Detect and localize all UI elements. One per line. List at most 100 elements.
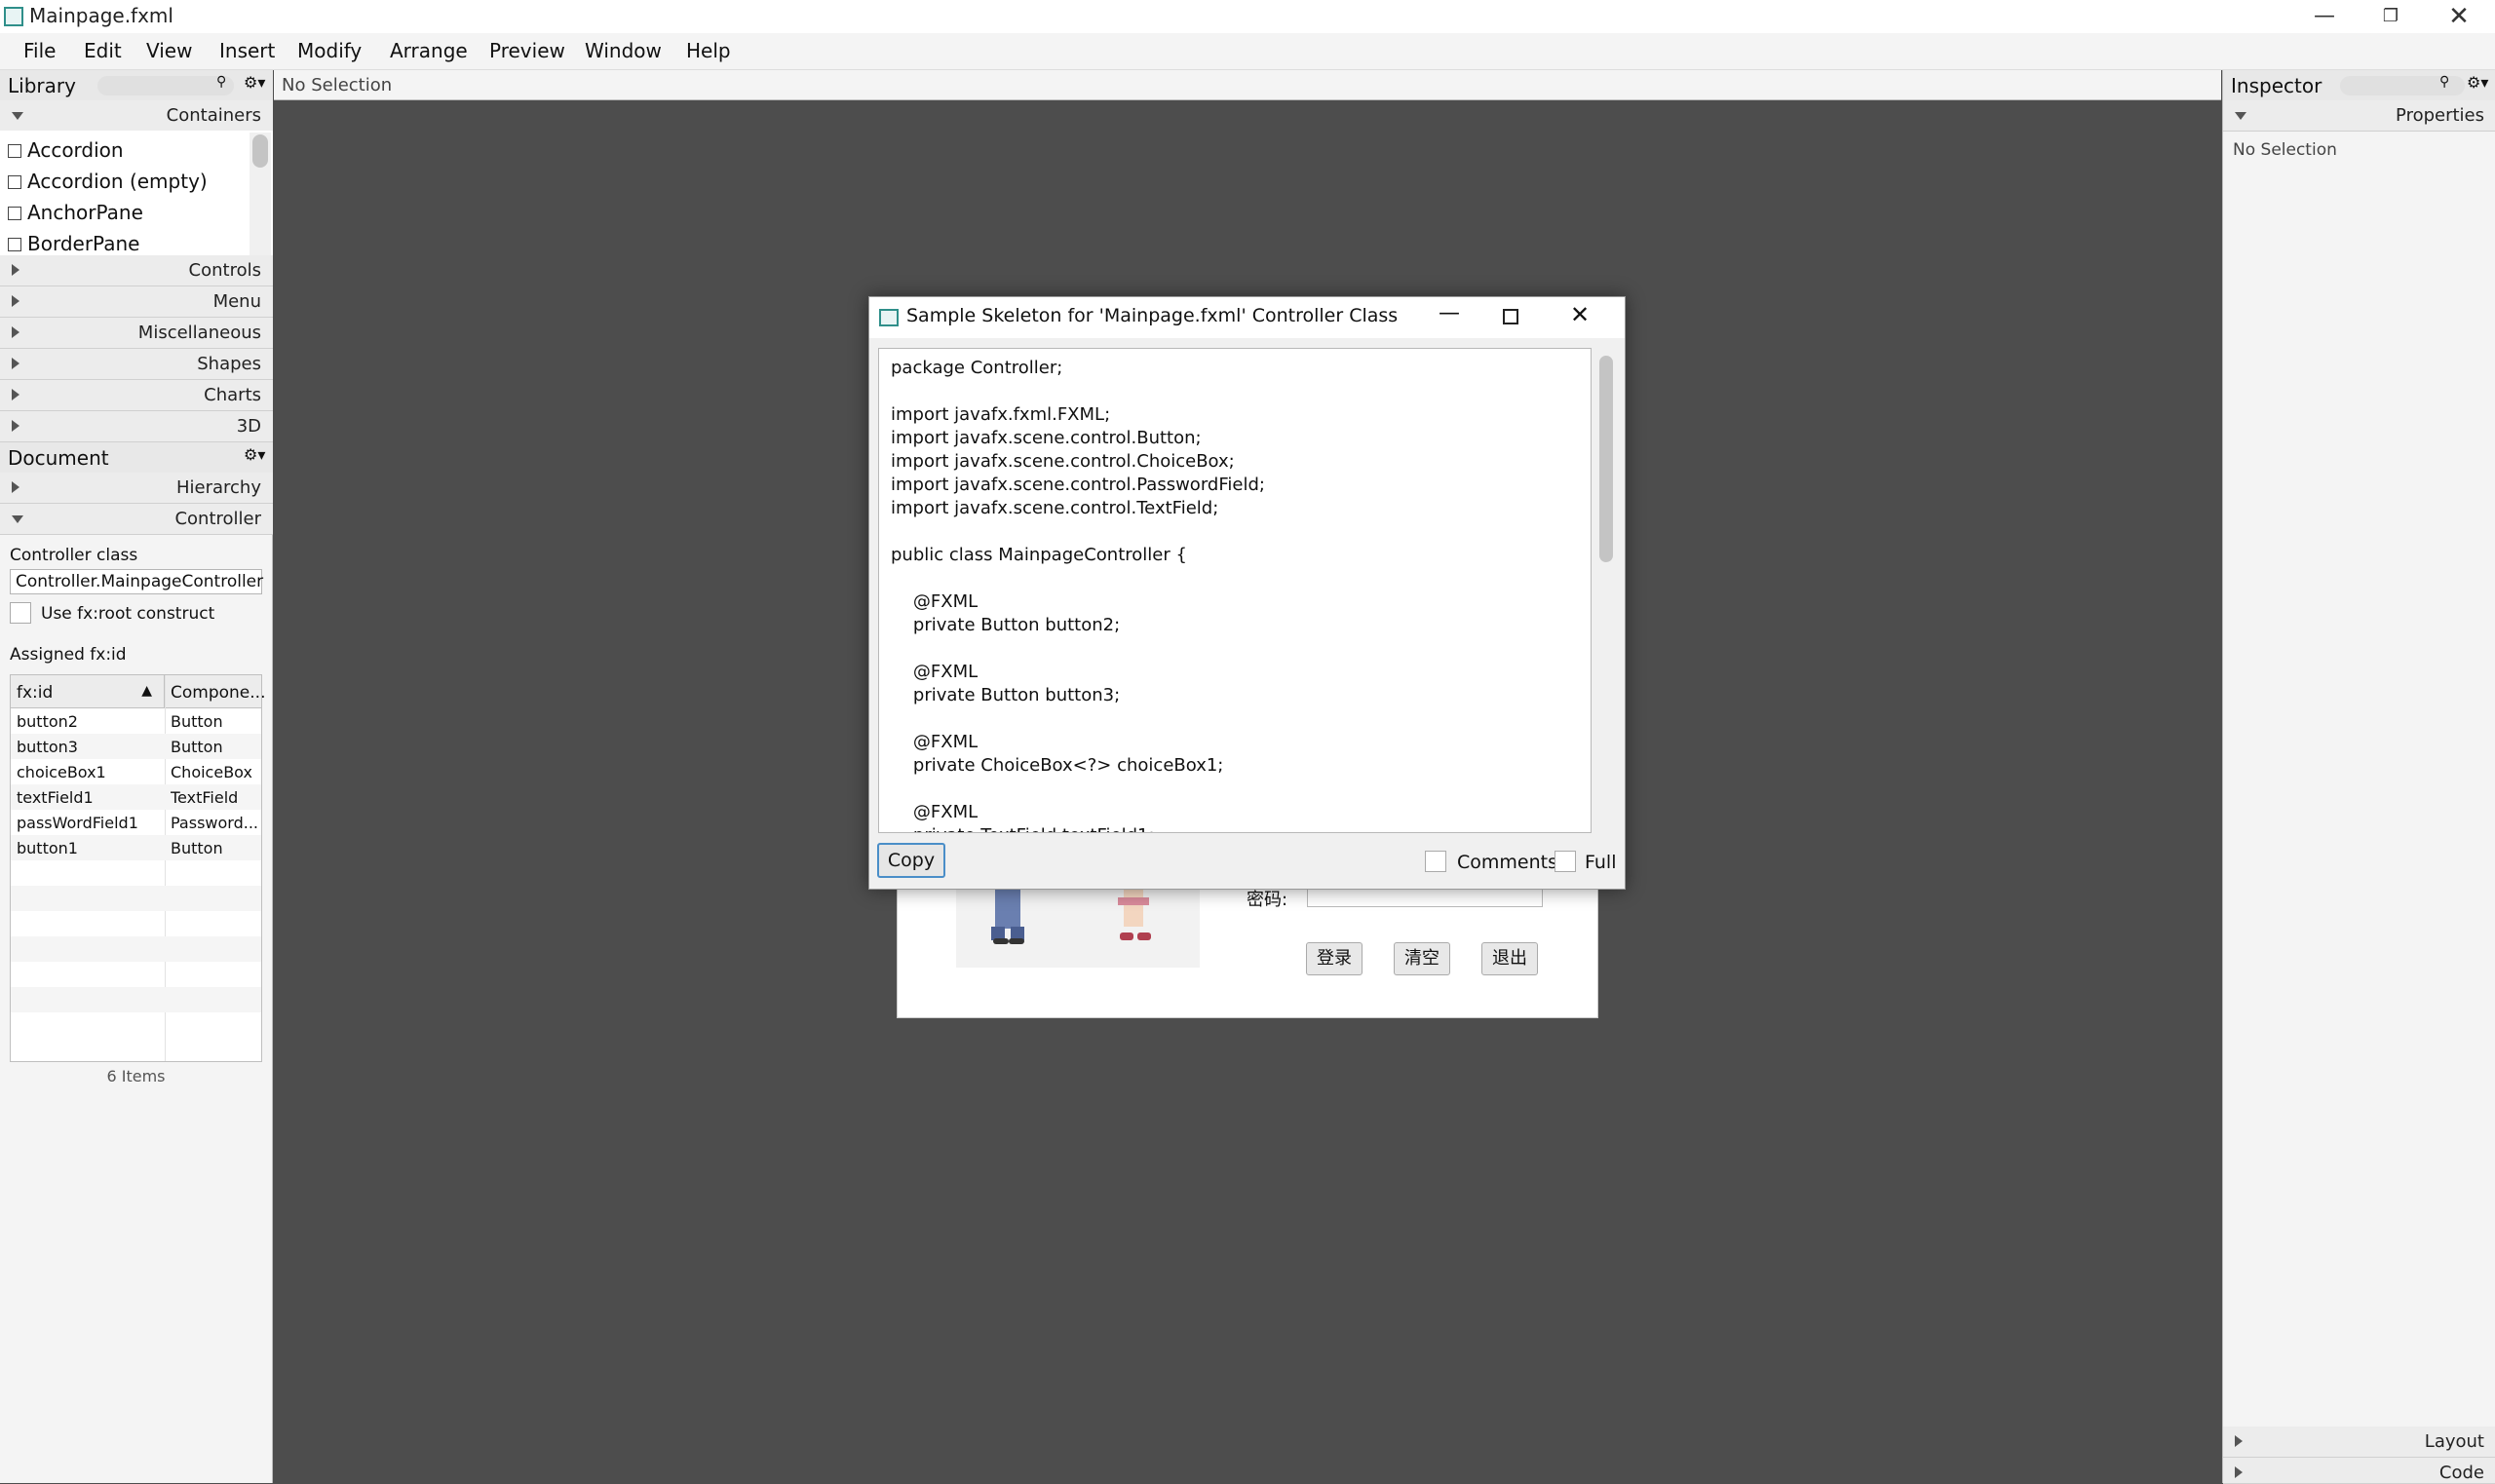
controller-class-input[interactable]: Controller.MainpageController <box>10 569 263 594</box>
restore-icon[interactable]: ❐ <box>2357 0 2425 33</box>
section-controls[interactable]: Controls <box>0 255 273 286</box>
section-miscellaneous[interactable]: Miscellaneous <box>0 318 273 349</box>
menu-edit[interactable]: Edit <box>84 39 122 62</box>
scrollbar-thumb[interactable] <box>252 134 268 168</box>
app-icon <box>4 7 23 26</box>
window-title: Mainpage.fxml <box>29 4 173 27</box>
sort-ascending-icon: ▲ <box>141 683 152 699</box>
controller-class-label: Controller class <box>10 546 138 565</box>
list-item[interactable]: Accordion (empty) <box>8 170 208 193</box>
code-textarea[interactable]: package Controller; import javafx.fxml.F… <box>878 348 1592 833</box>
menu-window[interactable]: Window <box>585 39 662 62</box>
section-controller[interactable]: Controller <box>0 504 273 535</box>
collapse-icon <box>12 389 19 400</box>
fxroot-checkbox[interactable] <box>10 602 31 624</box>
menu-insert[interactable]: Insert <box>219 39 275 62</box>
scrollbar-thumb[interactable] <box>1599 356 1613 562</box>
menu-view[interactable]: View <box>146 39 192 62</box>
menu-help[interactable]: Help <box>686 39 731 62</box>
section-label: Layout <box>2424 1431 2484 1452</box>
inspector-panel: Inspector ⚲ ⚙▾ Properties No Selection L… <box>2222 70 2495 1484</box>
table-row[interactable]: choiceBox1 ChoiceBox <box>11 759 261 784</box>
minimize-icon[interactable]: — <box>1435 301 1464 325</box>
table-row-empty <box>11 936 261 962</box>
dialog-title: Sample Skeleton for 'Mainpage.fxml' Cont… <box>906 305 1399 326</box>
gear-icon[interactable]: ⚙▾ <box>2467 73 2488 92</box>
document-title: Document <box>8 446 109 470</box>
collapse-icon <box>12 295 19 307</box>
collapse-icon <box>12 420 19 432</box>
section-label: Menu <box>212 291 261 312</box>
list-item[interactable]: AnchorPane <box>8 201 143 224</box>
menu-preview[interactable]: Preview <box>489 39 565 62</box>
document-header: Document ⚙▾ <box>0 442 273 474</box>
section-label: Charts <box>204 385 261 405</box>
cell-component: TextField <box>171 788 239 807</box>
section-containers[interactable]: Containers <box>0 100 273 132</box>
list-item-label: BorderPane <box>27 232 140 253</box>
section-layout[interactable]: Layout <box>2223 1427 2495 1458</box>
gear-icon[interactable]: ⚙▾ <box>244 445 265 464</box>
cell-component: Button <box>171 839 223 857</box>
exit-button[interactable]: 退出 <box>1481 942 1538 975</box>
dialog-titlebar[interactable]: Sample Skeleton for 'Mainpage.fxml' Cont… <box>869 297 1625 338</box>
column-header-component[interactable]: Compone... <box>165 675 265 708</box>
clear-button[interactable]: 清空 <box>1394 942 1450 975</box>
table-row[interactable]: button2 Button <box>11 708 261 734</box>
section-label: Controller <box>174 509 261 529</box>
gear-icon[interactable]: ⚙▾ <box>244 73 265 92</box>
collapse-icon <box>12 481 19 493</box>
section-3d[interactable]: 3D <box>0 411 273 442</box>
cell-component: Button <box>171 712 223 731</box>
selection-status: No Selection <box>282 75 393 95</box>
cell-fxid: choiceBox1 <box>17 763 106 781</box>
close-icon[interactable]: ✕ <box>1565 301 1594 328</box>
section-properties[interactable]: Properties <box>2223 100 2495 132</box>
library-search-input[interactable] <box>97 76 234 95</box>
skeleton-dialog: Sample Skeleton for 'Mainpage.fxml' Cont… <box>868 296 1626 890</box>
minimize-icon[interactable]: — <box>2290 0 2359 33</box>
accordion-icon <box>8 144 21 158</box>
collapse-icon <box>12 358 19 369</box>
library-header: Library ⚲ ⚙▾ <box>0 70 273 101</box>
expand-icon <box>12 112 23 120</box>
section-charts[interactable]: Charts <box>0 380 273 411</box>
maximize-icon[interactable] <box>1503 309 1518 324</box>
section-label: Shapes <box>197 354 261 374</box>
code-scrollbar[interactable] <box>1595 348 1617 833</box>
section-shapes[interactable]: Shapes <box>0 349 273 380</box>
design-stage[interactable]: 密码: 登录 清空 退出 <box>897 877 1598 1018</box>
list-item-label: Accordion <box>27 138 124 162</box>
anchorpane-icon <box>8 207 21 220</box>
menu-arrange[interactable]: Arrange <box>390 39 468 62</box>
inspector-header: Inspector ⚲ ⚙▾ <box>2223 70 2495 101</box>
expand-icon <box>12 515 23 523</box>
menu-bar: File Edit View Insert Modify Arrange Pre… <box>0 33 2495 70</box>
section-code[interactable]: Code <box>2223 1458 2495 1484</box>
full-checkbox[interactable] <box>1555 851 1576 872</box>
library-title: Library <box>8 74 76 97</box>
scrollbar[interactable] <box>250 133 271 255</box>
table-row[interactable]: button1 Button <box>11 835 261 860</box>
collapse-icon <box>2235 1466 2243 1478</box>
list-item[interactable]: BorderPane <box>8 232 139 253</box>
copy-button[interactable]: Copy <box>877 843 945 878</box>
section-label: 3D <box>236 416 261 437</box>
collapse-icon <box>2235 1435 2243 1447</box>
comments-checkbox[interactable] <box>1425 851 1446 872</box>
close-icon[interactable]: ✕ <box>2425 0 2493 33</box>
list-item[interactable]: Accordion <box>8 138 124 162</box>
menu-modify[interactable]: Modify <box>297 39 362 62</box>
section-menu[interactable]: Menu <box>0 286 273 318</box>
table-row[interactable]: passWordField1 Password... <box>11 810 261 835</box>
menu-file[interactable]: File <box>23 39 56 62</box>
column-header-fxid[interactable]: fx:id ▲ <box>11 675 165 708</box>
table-row[interactable]: button3 Button <box>11 734 261 759</box>
section-label: Hierarchy <box>175 477 261 498</box>
section-hierarchy[interactable]: Hierarchy <box>0 473 273 504</box>
cell-component: ChoiceBox <box>171 763 252 781</box>
table-row[interactable]: textField1 TextField <box>11 784 261 810</box>
section-label: Miscellaneous <box>137 323 261 343</box>
canvas-header: No Selection <box>274 70 2221 100</box>
login-button[interactable]: 登录 <box>1306 942 1363 975</box>
